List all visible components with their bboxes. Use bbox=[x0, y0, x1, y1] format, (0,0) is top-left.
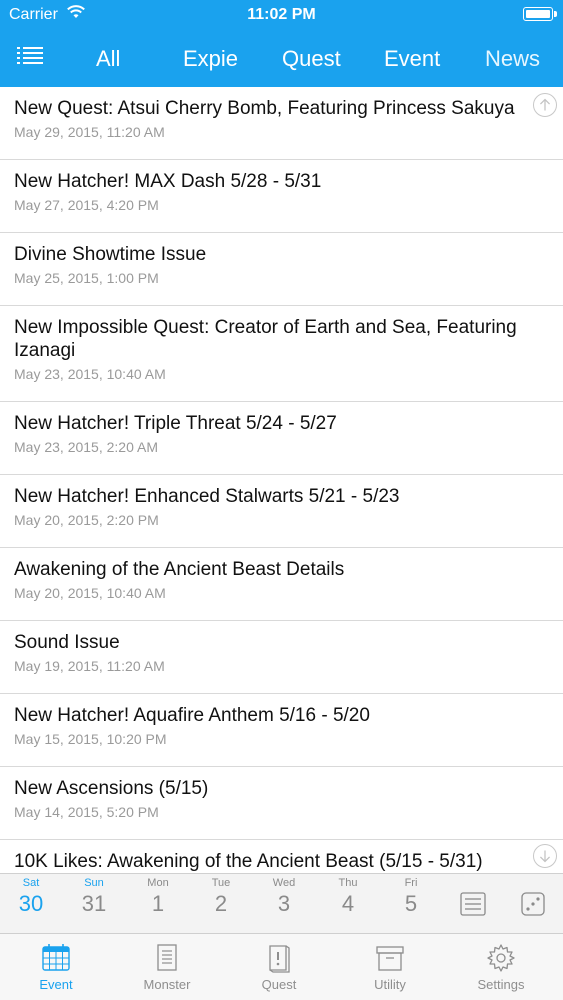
day-of-week: Fri bbox=[404, 877, 418, 889]
tabbar-item-event[interactable]: Event bbox=[6, 934, 106, 1000]
news-date: May 20, 2015, 10:40 AM bbox=[14, 585, 166, 601]
tabbar-label: Monster bbox=[143, 977, 191, 992]
day-of-week: Wed bbox=[272, 877, 296, 889]
calendar-day-tue[interactable]: Tue 2 bbox=[196, 874, 246, 917]
news-date: May 20, 2015, 2:20 PM bbox=[14, 512, 159, 528]
day-number: 2 bbox=[214, 891, 228, 916]
news-row[interactable]: New Impossible Quest: Creator of Earth a… bbox=[0, 306, 563, 402]
news-row[interactable]: New Hatcher! MAX Dash 5/28 - 5/31 May 27… bbox=[0, 160, 563, 233]
day-number: 1 bbox=[151, 891, 165, 916]
news-title: New Ascensions (5/15) bbox=[14, 778, 209, 799]
status-bar: Carrier 11:02 PM bbox=[0, 0, 563, 30]
news-row[interactable]: New Quest: Atsui Cherry Bomb, Featuring … bbox=[0, 87, 563, 160]
news-row[interactable]: Sound Issue May 19, 2015, 11:20 AM bbox=[0, 621, 563, 694]
tabbar-label: Settings bbox=[477, 977, 525, 992]
gear-icon bbox=[487, 944, 515, 972]
scroll-down-icon[interactable] bbox=[533, 844, 557, 868]
list-menu-icon[interactable] bbox=[17, 46, 43, 68]
list-document-icon bbox=[157, 944, 177, 971]
tabbar-item-utility[interactable]: Utility bbox=[340, 934, 440, 1000]
day-of-week: Thu bbox=[338, 877, 358, 889]
day-of-week: Sun bbox=[84, 877, 104, 889]
news-row[interactable]: 10K Likes: Awakening of the Ancient Beas… bbox=[0, 840, 563, 873]
day-number: 30 bbox=[18, 891, 44, 916]
news-row[interactable]: New Hatcher! Triple Threat 5/24 - 5/27 M… bbox=[0, 402, 563, 475]
box-icon bbox=[376, 946, 404, 971]
news-date: May 15, 2015, 10:20 PM bbox=[14, 731, 167, 747]
news-list[interactable]: New Quest: Atsui Cherry Bomb, Featuring … bbox=[0, 87, 563, 873]
news-title: New Hatcher! Aquafire Anthem 5/16 - 5/20 bbox=[14, 705, 370, 726]
news-title: New Hatcher! Enhanced Stalwarts 5/21 - 5… bbox=[14, 486, 400, 507]
news-date: May 19, 2015, 11:20 AM bbox=[14, 658, 165, 674]
tab-quest[interactable]: Quest bbox=[282, 46, 341, 72]
news-title: New Impossible Quest: Creator of Earth a… bbox=[14, 317, 517, 361]
news-title: New Quest: Atsui Cherry Bomb, Featuring … bbox=[14, 98, 515, 119]
news-row[interactable]: New Hatcher! Enhanced Stalwarts 5/21 - 5… bbox=[0, 475, 563, 548]
day-of-week: Mon bbox=[147, 877, 169, 889]
tabbar-label: Event bbox=[39, 977, 73, 992]
calendar-day-sat[interactable]: Sat 30 bbox=[6, 874, 56, 917]
bottom-tab-bar: Event Monster Quest Utility Settings bbox=[0, 933, 563, 1000]
news-title: Divine Showtime Issue bbox=[14, 244, 207, 265]
news-title: 10K Likes: Awakening of the Ancient Beas… bbox=[14, 851, 483, 872]
day-of-week: Sat bbox=[22, 877, 40, 889]
calendar-icon bbox=[42, 944, 70, 971]
news-date: May 27, 2015, 4:20 PM bbox=[14, 197, 159, 213]
calendar-day-fri[interactable]: Fri 5 bbox=[386, 874, 436, 917]
calendar-day-mon[interactable]: Mon 1 bbox=[133, 874, 183, 917]
day-of-week: Tue bbox=[211, 877, 231, 889]
tabbar-item-settings[interactable]: Settings bbox=[451, 934, 551, 1000]
calendar-day-thu[interactable]: Thu 4 bbox=[323, 874, 373, 917]
calendar-day-sun[interactable]: Sun 31 bbox=[69, 874, 119, 917]
tab-all[interactable]: All bbox=[96, 46, 120, 72]
calendar-strip: Sat 30 Sun 31 Mon 1 Tue 2 Wed 3 Thu 4 Fr… bbox=[0, 873, 563, 933]
nav-bar: All Expie Quest Event News bbox=[0, 40, 563, 80]
news-title: Sound Issue bbox=[14, 632, 120, 653]
tabbar-label: Utility bbox=[374, 977, 406, 992]
news-title: Awakening of the Ancient Beast Details bbox=[14, 559, 345, 580]
news-date: May 23, 2015, 10:40 AM bbox=[14, 366, 166, 382]
news-date: May 23, 2015, 2:20 AM bbox=[14, 439, 158, 455]
battery-icon bbox=[523, 7, 557, 21]
news-row[interactable]: New Ascensions (5/15) May 14, 2015, 5:20… bbox=[0, 767, 563, 840]
day-number: 31 bbox=[81, 891, 107, 916]
tabbar-item-quest[interactable]: Quest bbox=[229, 934, 329, 1000]
book-icon bbox=[269, 945, 290, 973]
news-date: May 29, 2015, 11:20 AM bbox=[14, 124, 165, 140]
tabbar-label: Quest bbox=[261, 977, 297, 992]
news-row[interactable]: Divine Showtime Issue May 25, 2015, 1:00… bbox=[0, 233, 563, 306]
day-number: 3 bbox=[277, 891, 291, 916]
news-row[interactable]: Awakening of the Ancient Beast Details M… bbox=[0, 548, 563, 621]
news-row[interactable]: New Hatcher! Aquafire Anthem 5/16 - 5/20… bbox=[0, 694, 563, 767]
news-title: New Hatcher! Triple Threat 5/24 - 5/27 bbox=[14, 413, 337, 434]
list-view-icon[interactable] bbox=[458, 889, 488, 919]
tab-expie[interactable]: Expie bbox=[183, 46, 238, 72]
news-title: New Hatcher! MAX Dash 5/28 - 5/31 bbox=[14, 171, 322, 192]
top-bar: Carrier 11:02 PM All Expie Quest Event N… bbox=[0, 0, 563, 87]
day-number: 5 bbox=[404, 891, 418, 916]
dice-icon[interactable] bbox=[518, 889, 548, 919]
tab-news[interactable]: News bbox=[485, 46, 540, 72]
tab-event[interactable]: Event bbox=[384, 46, 440, 72]
scroll-up-icon[interactable] bbox=[533, 93, 557, 117]
status-time: 11:02 PM bbox=[247, 6, 316, 23]
tabbar-item-monster[interactable]: Monster bbox=[117, 934, 217, 1000]
news-date: May 25, 2015, 1:00 PM bbox=[14, 270, 159, 286]
day-number: 4 bbox=[341, 891, 355, 916]
news-date: May 14, 2015, 5:20 PM bbox=[14, 804, 159, 820]
calendar-day-wed[interactable]: Wed 3 bbox=[259, 874, 309, 917]
